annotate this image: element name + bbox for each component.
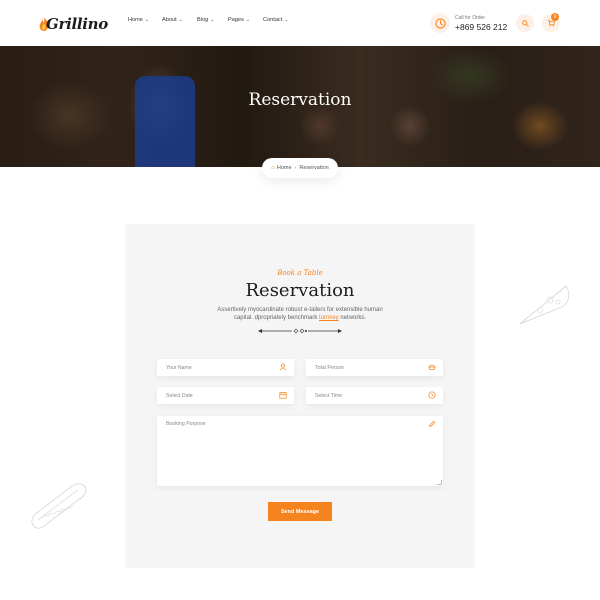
search-icon [521, 19, 529, 27]
nav-item-pages[interactable]: Pages ⌄ [228, 17, 250, 23]
your-name-field[interactable]: Your Name [157, 359, 294, 376]
search-button[interactable] [516, 14, 534, 32]
total-person-placeholder: Total Person [315, 364, 344, 371]
pizza-slice-icon [519, 285, 570, 325]
nav-item-blog[interactable]: Blog ⌄ [197, 17, 214, 23]
user-icon [279, 363, 287, 371]
chevron-down-icon: ⌄ [144, 17, 150, 23]
turnkey-link[interactable]: turnkey [319, 315, 339, 321]
nav-label: Home [128, 17, 143, 23]
nav-item-about[interactable]: About ⌄ [162, 17, 183, 23]
breadcrumb: ⌂ Home › Reservation [262, 158, 338, 178]
pencil-icon [429, 420, 436, 427]
nav-item-contact[interactable]: Contact ⌄ [263, 17, 288, 23]
select-date-field[interactable]: Select Date [157, 387, 294, 404]
nav-label: Pages [228, 17, 244, 23]
ornament-divider [258, 328, 342, 334]
call-label: Call for Order [455, 14, 486, 21]
chevron-down-icon: ⌄ [178, 17, 183, 23]
breadcrumb-separator: › [294, 165, 297, 171]
breadcrumb-home[interactable]: Home [277, 165, 292, 171]
select-date-placeholder: Select Date [166, 392, 193, 399]
cart-count-badge: 0 [551, 13, 559, 21]
hero-title: Reservation [248, 90, 352, 110]
hero-banner: Reservation [0, 46, 600, 167]
total-person-field[interactable]: Total Person [306, 359, 443, 376]
breadcrumb-current: Reservation [299, 165, 329, 171]
chevron-down-icon: ⌄ [245, 17, 251, 23]
description-end: networks. [338, 315, 367, 321]
logo[interactable]: Grillino [38, 9, 108, 39]
reservation-form-card: Book a Table Reservation Assertively myo… [125, 224, 475, 568]
chevron-down-icon: ⌄ [210, 17, 215, 23]
calendar-icon [279, 391, 287, 399]
select-time-placeholder: Select Time [315, 392, 343, 399]
clock-icon [430, 13, 450, 33]
chevron-down-icon: ⌄ [284, 17, 289, 23]
booking-purpose-placeholder: Booking Purpose [166, 421, 206, 427]
send-message-button[interactable]: Send Message [268, 502, 332, 521]
home-icon: ⌂ [271, 165, 275, 171]
nav-label: Blog [197, 17, 209, 23]
call-for-order[interactable]: Call for Order +869 526 212 [430, 13, 507, 33]
select-time-field[interactable]: Select Time [306, 387, 443, 404]
nav-label: Contact [263, 17, 283, 23]
form-title: Reservation [245, 280, 355, 301]
nav-label: About [162, 17, 177, 23]
nav-item-home[interactable]: Home ⌄ [128, 17, 149, 23]
clock-icon [428, 391, 436, 399]
hotdog-icon [31, 483, 87, 529]
people-icon [428, 364, 436, 370]
resize-handle[interactable] [437, 480, 442, 485]
section-eyebrow: Book a Table [277, 269, 323, 277]
site-header: Grillino Home ⌄ About ⌄ Blog ⌄ Pages ⌄ Conta… [0, 0, 600, 46]
booking-purpose-textarea[interactable]: Booking Purpose [157, 416, 443, 486]
form-description: Assertively myocardinate robust e-tailer… [215, 306, 385, 322]
logo-text: Grillino [45, 15, 108, 33]
your-name-placeholder: Your Name [166, 364, 192, 371]
page: Grillino Home ⌄ About ⌄ Blog ⌄ Pages ⌄ Conta… [0, 0, 600, 600]
call-number: +869 526 212 [455, 21, 508, 32]
